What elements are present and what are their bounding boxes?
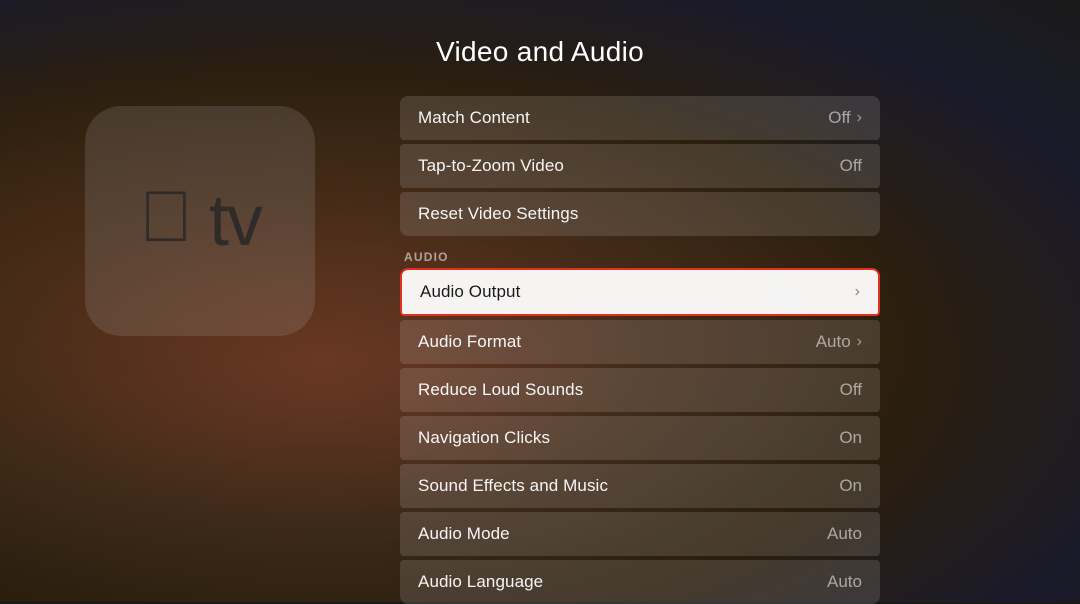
page-title: Video and Audio [436, 36, 644, 68]
match-content-right: Off › [828, 108, 862, 128]
audio-language-value: Auto [827, 572, 862, 592]
sound-effects-label: Sound Effects and Music [418, 476, 608, 496]
nav-clicks-label: Navigation Clicks [418, 428, 550, 448]
audio-mode-value: Auto [827, 524, 862, 544]
apple-logo-icon:  [139, 181, 193, 253]
audio-settings-group: Audio Output › Audio Format Auto › Reduc… [400, 268, 880, 604]
settings-row-audio-format[interactable]: Audio Format Auto › [400, 320, 880, 364]
reduce-loud-label: Reduce Loud Sounds [418, 380, 583, 400]
nav-clicks-right: On [839, 428, 862, 448]
tap-to-zoom-value: Off [840, 156, 862, 176]
reduce-loud-value: Off [840, 380, 862, 400]
video-settings-group: Match Content Off › Tap-to-Zoom Video Of… [400, 96, 880, 236]
match-content-chevron-icon: › [857, 109, 862, 127]
audio-output-chevron-icon: › [855, 283, 860, 301]
settings-row-sound-effects[interactable]: Sound Effects and Music On [400, 464, 880, 508]
tv-label: tv [209, 180, 261, 262]
audio-format-value: Auto [816, 332, 851, 352]
settings-row-match-content[interactable]: Match Content Off › [400, 96, 880, 140]
audio-mode-label: Audio Mode [418, 524, 510, 544]
audio-output-right: › [855, 283, 860, 301]
audio-mode-right: Auto [827, 524, 862, 544]
apple-tv-logo:  tv [139, 180, 261, 262]
page: Video and Audio  tv Match Content Off › [0, 0, 1080, 602]
sound-effects-right: On [839, 476, 862, 496]
settings-row-audio-output[interactable]: Audio Output › [400, 268, 880, 316]
audio-language-label: Audio Language [418, 572, 543, 592]
settings-row-reduce-loud[interactable]: Reduce Loud Sounds Off [400, 368, 880, 412]
settings-row-audio-mode[interactable]: Audio Mode Auto [400, 512, 880, 556]
sound-effects-value: On [839, 476, 862, 496]
audio-format-chevron-icon: › [857, 333, 862, 351]
tap-to-zoom-right: Off [840, 156, 862, 176]
audio-language-right: Auto [827, 572, 862, 592]
audio-output-label: Audio Output [420, 282, 520, 302]
audio-format-right: Auto › [816, 332, 862, 352]
settings-list: Match Content Off › Tap-to-Zoom Video Of… [400, 96, 880, 604]
content-area:  tv Match Content Off › Tap-to-Zoom Vid… [0, 96, 1080, 604]
reset-video-label: Reset Video Settings [418, 204, 578, 224]
match-content-label: Match Content [418, 108, 530, 128]
match-content-value: Off [828, 108, 850, 128]
tap-to-zoom-label: Tap-to-Zoom Video [418, 156, 564, 176]
settings-row-tap-to-zoom[interactable]: Tap-to-Zoom Video Off [400, 144, 880, 188]
settings-row-reset-video[interactable]: Reset Video Settings [400, 192, 880, 236]
device-illustration:  tv [60, 106, 340, 336]
settings-row-nav-clicks[interactable]: Navigation Clicks On [400, 416, 880, 460]
settings-row-audio-language[interactable]: Audio Language Auto [400, 560, 880, 604]
audio-section-label: AUDIO [400, 250, 880, 264]
reduce-loud-right: Off [840, 380, 862, 400]
nav-clicks-value: On [839, 428, 862, 448]
audio-format-label: Audio Format [418, 332, 521, 352]
apple-tv-box:  tv [85, 106, 315, 336]
